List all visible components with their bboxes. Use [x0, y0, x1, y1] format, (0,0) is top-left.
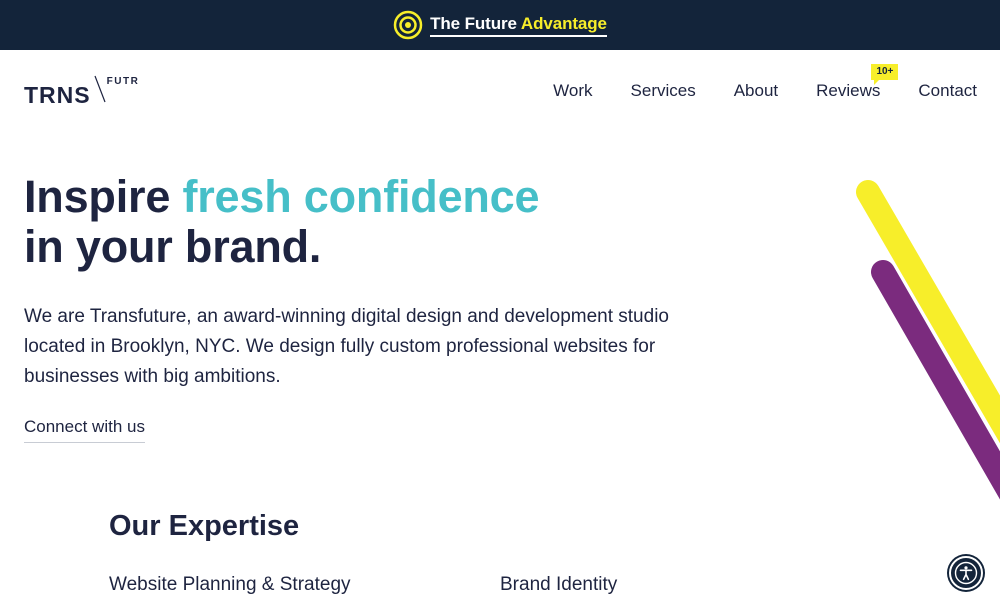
accessibility-button[interactable]	[949, 556, 983, 590]
nav-item-reviews-label: Reviews	[816, 81, 881, 100]
accessibility-icon	[954, 561, 978, 585]
logo-slash-icon	[94, 75, 106, 103]
nav-item-contact[interactable]: Contact	[918, 80, 977, 102]
banner-text-accent: Advantage	[520, 13, 607, 33]
nav-item-reviews[interactable]: Reviews 10+	[816, 64, 899, 102]
future-advantage-link[interactable]: The Future Advantage	[393, 10, 607, 40]
logo[interactable]: TRNS FUTR	[24, 74, 139, 109]
hero-headline: Inspire fresh confidence in your brand.	[24, 171, 540, 272]
connect-with-us-link[interactable]: Connect with us	[24, 417, 145, 443]
top-banner: The Future Advantage	[0, 0, 1000, 50]
headline-part1: Inspire	[24, 171, 183, 222]
reviews-count-badge: 10+	[871, 64, 899, 85]
nav-item-services[interactable]: Services	[631, 80, 696, 102]
main-nav: Work Services About Reviews 10+ Contact	[553, 64, 977, 102]
logo-main-text: TRNS	[24, 82, 91, 108]
banner-text-main: The Future	[430, 13, 517, 33]
logo-sub-text: FUTR	[106, 76, 140, 87]
expertise-title: Our Expertise	[109, 510, 300, 542]
expertise-item-website-planning[interactable]: Website Planning & Strategy	[109, 574, 351, 596]
expertise-item-brand-identity[interactable]: Brand Identity	[500, 574, 617, 596]
headline-line2: in your brand.	[24, 221, 322, 272]
nav-item-work[interactable]: Work	[553, 80, 592, 102]
nav-item-about[interactable]: About	[734, 80, 778, 102]
hero-intro: We are Transfuture, an award-winning dig…	[24, 306, 669, 387]
target-icon	[393, 10, 423, 40]
headline-accent: fresh confidence	[182, 171, 540, 222]
banner-text: The Future Advantage	[430, 14, 607, 37]
decorative-stripes	[856, 180, 1000, 500]
